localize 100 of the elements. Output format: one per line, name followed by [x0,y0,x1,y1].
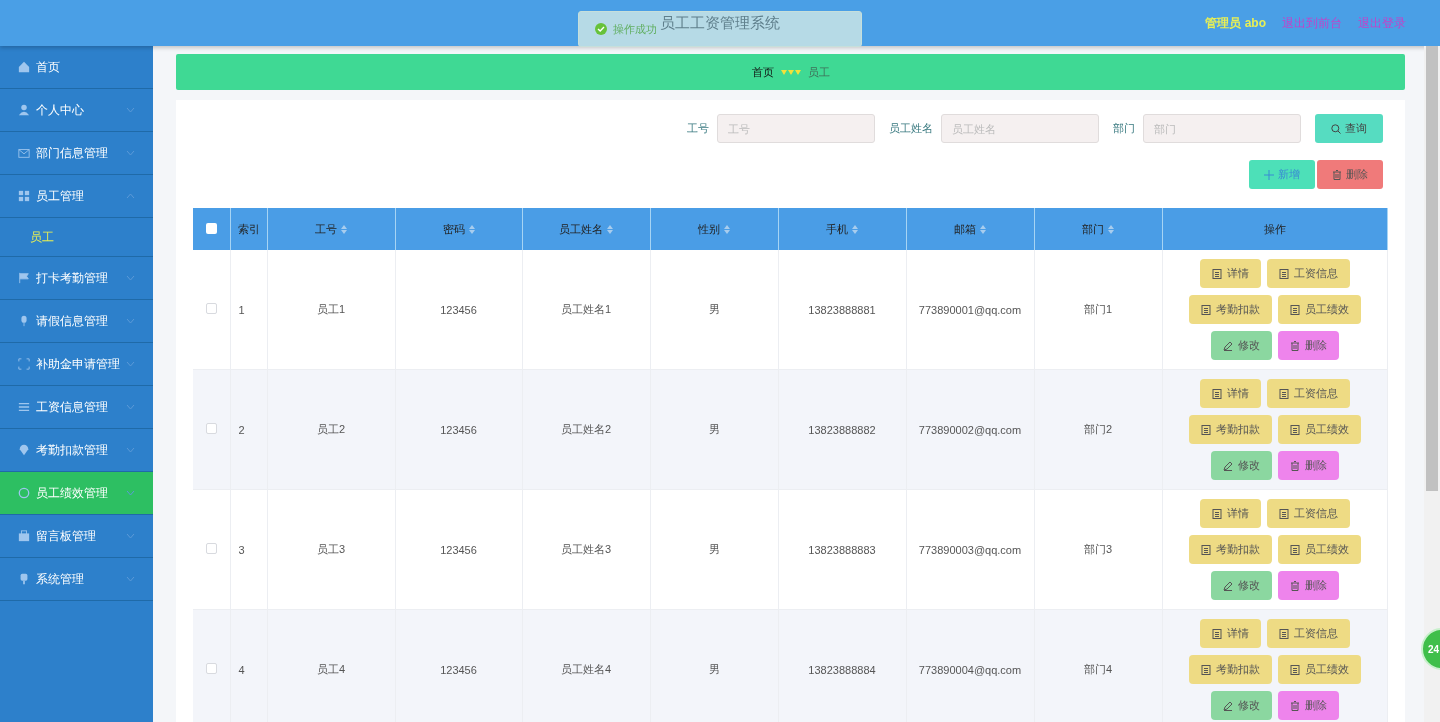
row-checkbox[interactable] [205,543,217,554]
search-icon [1331,123,1341,134]
chevron-icon [126,447,135,453]
edit-button[interactable]: 修改 [1210,451,1272,480]
search-button[interactable]: 查询 [1315,114,1383,143]
document-icon [1200,664,1211,675]
table-cell: 4 [238,663,245,676]
trash-icon [1289,580,1300,591]
sort-icon [852,224,858,234]
sidebar-item[interactable]: 打卡考勤管理 [0,257,153,300]
pencil-icon [1222,460,1233,471]
pencil-icon [1222,580,1233,591]
table-cell: 员工2 [316,423,346,435]
action-button[interactable]: 工资信息 [1266,619,1350,648]
delete-button[interactable]: 删除 [1317,160,1383,189]
row-checkbox[interactable] [205,303,217,314]
table-cell: 13823888884 [808,663,876,676]
sidebar-item[interactable]: 员工绩效管理 [0,472,153,515]
sort-icon [724,224,730,234]
column-header[interactable]: 密码 [442,221,475,237]
action-button[interactable]: 详情 [1199,619,1261,648]
user-name: 管理员 abo [1205,14,1266,32]
table-cell: 部门1 [1083,303,1113,315]
trash-icon [1289,460,1300,471]
plus-icon [1264,169,1274,180]
column-header[interactable]: 员工姓名 [559,221,613,237]
column-header[interactable]: 性别 [698,221,730,237]
action-button[interactable]: 工资信息 [1266,499,1350,528]
action-button[interactable]: 员工绩效 [1277,295,1361,324]
scrollbar-thumb[interactable] [1426,46,1438,491]
sidebar-item[interactable]: 留言板管理 [0,515,153,558]
chevron-icon [126,193,135,199]
sidebar-item[interactable]: 请假信息管理 [0,300,153,343]
sidebar-item[interactable]: 工资信息管理 [0,386,153,429]
sidebar-item[interactable]: 补助金申请管理 [0,343,153,386]
table-cell: 1 [238,303,245,316]
document-icon [1278,268,1289,279]
table-cell: 男 [708,663,720,675]
document-icon [1289,424,1300,435]
sidebar-item[interactable]: 部门信息管理 [0,132,153,175]
breadcrumb-item[interactable]: 员工 [807,64,830,80]
chevron-icon [126,107,135,113]
document-icon [1211,628,1222,639]
document-icon [1278,628,1289,639]
sidebar-item[interactable]: 个人中心 [0,89,153,132]
column-header[interactable]: 工号 [315,221,347,237]
sidebar-item[interactable]: 首页 [0,46,153,89]
row-checkbox[interactable] [205,663,217,674]
column-header[interactable]: 部门 [1082,221,1114,237]
chevron-icon [126,404,135,410]
action-button[interactable]: 员工绩效 [1277,655,1361,684]
row-checkbox[interactable] [205,423,217,434]
document-icon [1200,424,1211,435]
select-all-checkbox[interactable] [205,222,217,234]
delete-button[interactable]: 删除 [1277,331,1339,360]
action-button[interactable]: 考勤扣款 [1188,295,1272,324]
table-cell: 部门4 [1083,663,1113,675]
field-label: 工号 [687,121,709,136]
delete-button[interactable]: 删除 [1277,451,1339,480]
delete-button[interactable]: 删除 [1277,571,1339,600]
floating-badge[interactable]: 24 [1421,628,1440,670]
action-button[interactable]: 员工绩效 [1277,535,1361,564]
table-cell: 13823888882 [808,423,876,436]
action-button[interactable]: 详情 [1199,379,1261,408]
table-cell: 员工姓名3 [560,543,612,555]
table-cell: 123456 [440,303,477,316]
edit-button[interactable]: 修改 [1210,691,1272,720]
submenu-item[interactable]: 员工 [0,218,153,257]
app-title: 员工工资管理系统 [660,13,780,33]
sidebar-item[interactable]: 员工管理 [0,175,153,218]
column-header[interactable]: 邮箱 [954,221,986,237]
chevron-icon [126,318,135,324]
action-button[interactable]: 考勤扣款 [1188,415,1272,444]
document-icon [1211,268,1222,279]
edit-button[interactable]: 修改 [1210,331,1272,360]
column-header[interactable]: 手机 [826,221,858,237]
scrollbar[interactable] [1424,46,1440,722]
action-button[interactable]: 详情 [1199,259,1261,288]
table-cell: 员工3 [316,543,346,555]
edit-button[interactable]: 修改 [1210,571,1272,600]
table-cell: 773890003@qq.com [918,543,1022,556]
table-cell: 男 [708,423,720,435]
delete-button[interactable]: 删除 [1277,691,1339,720]
action-button[interactable]: 考勤扣款 [1188,655,1272,684]
table-cell: 13823888883 [808,543,876,556]
pencil-icon [1222,340,1233,351]
sidebar-item[interactable]: 系统管理 [0,558,153,601]
table-cell: 男 [708,543,720,555]
sort-icon [1108,224,1114,234]
action-button[interactable]: 工资信息 [1266,379,1350,408]
action-button[interactable]: 考勤扣款 [1188,535,1272,564]
table-cell: 部门3 [1083,543,1113,555]
action-button[interactable]: 员工绩效 [1277,415,1361,444]
breadcrumb-item[interactable]: 首页 [751,64,774,80]
document-icon [1278,508,1289,519]
action-button[interactable]: 工资信息 [1266,259,1350,288]
field-label: 部门 [1113,121,1135,136]
table-cell: 773890001@qq.com [918,303,1022,316]
action-button[interactable]: 详情 [1199,499,1261,528]
table-cell: 123456 [440,423,477,436]
